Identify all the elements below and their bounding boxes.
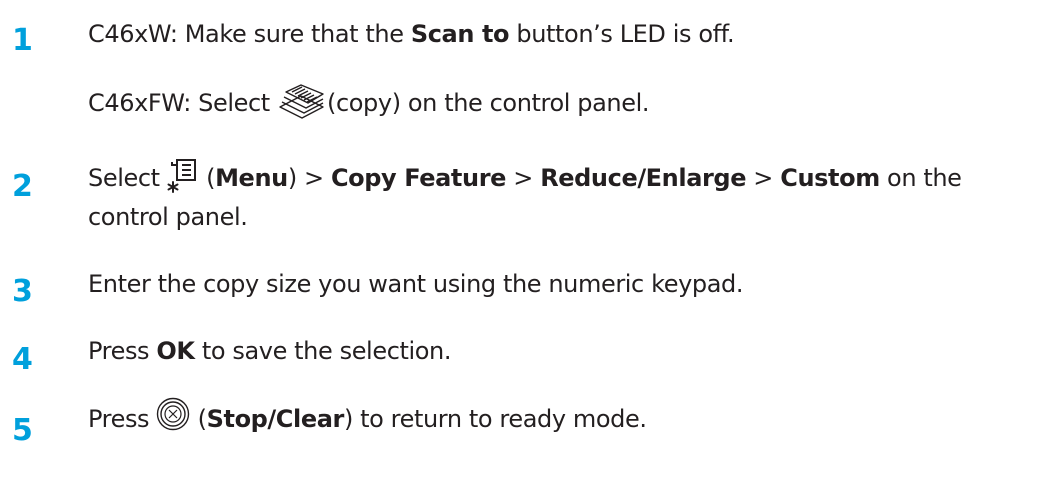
step-text-part: ) >: [287, 164, 331, 192]
step-number: 2: [12, 169, 33, 204]
step-text-part: Press: [88, 405, 157, 433]
step-text-part: Press: [88, 337, 157, 365]
step-text-part: Select: [88, 164, 167, 192]
step-text-part: (copy) on the control panel.: [327, 89, 650, 117]
step-text-part: (: [190, 405, 207, 433]
step-text-part: C46xW: Make sure that the: [88, 20, 411, 48]
copy-icon: [277, 83, 325, 121]
step-text: C46xFW: Select (copy) on the control pan…: [88, 84, 1038, 123]
copy-feature-label: Copy Feature: [330, 164, 507, 192]
step-number: 5: [12, 413, 33, 448]
step-text-part: button’s LED is off.: [509, 20, 735, 48]
step-text: Select (Menu) > Copy Feature > Reduce/En…: [88, 159, 1038, 237]
custom-label: Custom: [780, 164, 880, 192]
reduce-enlarge-label: Reduce/Enlarge: [540, 164, 747, 192]
step-text-part: ) to return to ready mode.: [343, 405, 647, 433]
step-text-part: to save the selection.: [194, 337, 452, 365]
step-text: Press OK to save the selection.: [88, 332, 1038, 371]
step-number: 4: [12, 342, 33, 377]
step-text: Press (Stop/Clear) to return to ready mo…: [88, 397, 1038, 439]
step-number: 1: [12, 23, 33, 58]
stop-clear-icon: [156, 397, 190, 431]
ok-label: OK: [156, 337, 195, 365]
stop-clear-label: Stop/Clear: [206, 405, 345, 433]
step-text-part: (: [198, 164, 216, 192]
step-text-part: >: [746, 164, 781, 192]
step-text-part: C46xFW: Select: [88, 89, 278, 117]
menu-icon: [167, 157, 199, 193]
menu-label: Menu: [215, 164, 288, 192]
step-number: 3: [12, 274, 33, 309]
step-text: C46xW: Make sure that the Scan to button…: [88, 15, 1038, 54]
scan-to-label: Scan to: [410, 20, 510, 48]
step-text: Enter the copy size you want using the n…: [88, 270, 744, 298]
step-text-part: >: [506, 164, 541, 192]
